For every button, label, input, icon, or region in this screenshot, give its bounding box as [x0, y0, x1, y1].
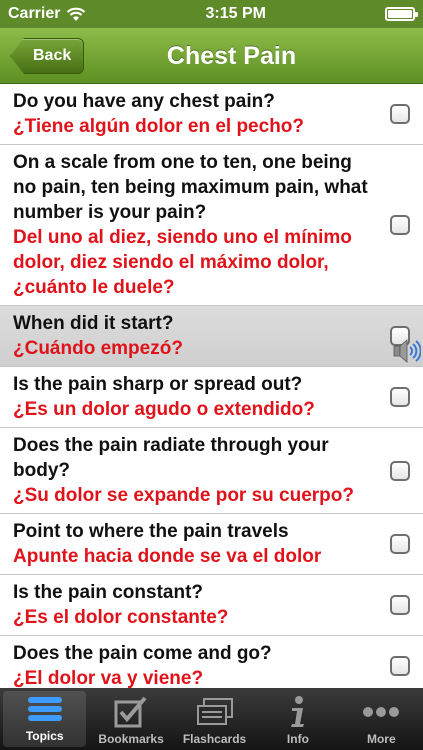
tab-more[interactable]: More	[340, 688, 423, 750]
tab-label: More	[366, 732, 396, 746]
list-item[interactable]: Is the pain constant? ¿Es el dolor const…	[0, 575, 423, 636]
checkbox-icon	[109, 694, 153, 730]
list-item[interactable]: Does the pain come and go? ¿El dolor va …	[0, 636, 423, 688]
speaker-icon[interactable]	[393, 339, 421, 363]
navigation-bar: Chest Pain Back	[0, 28, 423, 84]
list-item[interactable]: Do you have any chest pain? ¿Tiene algún…	[0, 84, 423, 145]
battery-icon	[384, 7, 418, 21]
question-english: Does the pain come and go?	[13, 643, 272, 664]
tab-label: Info	[286, 732, 309, 746]
bookmark-checkbox[interactable]	[390, 460, 410, 481]
wifi-icon	[67, 7, 86, 21]
question-spanish: ¿Es el dolor constante?	[13, 607, 229, 628]
question-spanish: ¿Cuándo empezó?	[13, 338, 183, 359]
list-item[interactable]: On a scale from one to ten, one being no…	[0, 145, 423, 306]
tab-bar: Topics Bookmarks Flashcards Info More	[0, 688, 423, 750]
question-english: Does the pain radiate through your body?	[13, 435, 329, 481]
tab-label: Bookmarks	[98, 732, 164, 746]
question-spanish: ¿Su dolor se expande por su cuerpo?	[13, 485, 354, 506]
question-spanish: Apunte hacia donde se va el dolor	[13, 546, 322, 567]
tab-info[interactable]: Info	[256, 688, 339, 750]
more-icon	[359, 694, 403, 730]
bookmark-checkbox[interactable]	[390, 534, 410, 554]
bookmark-checkbox[interactable]	[390, 656, 410, 676]
question-spanish: Del uno al diez, siendo uno el mínimo do…	[13, 227, 352, 298]
status-bar: Carrier 3:15 PM	[0, 0, 423, 28]
question-english: When did it start?	[13, 313, 174, 334]
info-icon	[276, 694, 320, 730]
question-list: Do you have any chest pain? ¿Tiene algún…	[0, 84, 423, 688]
list-item[interactable]: Does the pain radiate through your body?…	[0, 428, 423, 514]
list-item-selected[interactable]: When did it start? ¿Cuándo empezó?	[0, 306, 423, 367]
list-icon	[23, 691, 67, 727]
list-item[interactable]: Point to where the pain travels Apunte h…	[0, 514, 423, 575]
question-english: Point to where the pain travels	[13, 521, 289, 542]
question-spanish: ¿Es un dolor agudo o extendido?	[13, 399, 315, 420]
status-time: 3:15 PM	[205, 5, 266, 22]
bookmark-checkbox[interactable]	[390, 215, 410, 235]
bookmark-checkbox[interactable]	[390, 387, 410, 407]
carrier-label: Carrier	[8, 5, 61, 22]
question-spanish: ¿El dolor va y viene?	[13, 668, 204, 688]
back-button[interactable]: Back	[10, 38, 85, 74]
bookmark-checkbox[interactable]	[390, 104, 410, 124]
question-english: Do you have any chest pain?	[13, 91, 275, 112]
question-english: Is the pain constant?	[13, 582, 204, 603]
cards-icon	[193, 694, 237, 730]
question-spanish: ¿Tiene algún dolor en el pecho?	[13, 116, 305, 137]
question-english: On a scale from one to ten, one being no…	[13, 152, 368, 223]
list-item[interactable]: Is the pain sharp or spread out? ¿Es un …	[0, 367, 423, 428]
question-english: Is the pain sharp or spread out?	[13, 374, 303, 395]
tab-flashcards[interactable]: Flashcards	[173, 688, 256, 750]
tab-topics[interactable]: Topics	[3, 691, 87, 747]
bookmark-checkbox[interactable]	[390, 595, 410, 615]
tab-label: Flashcards	[182, 732, 247, 746]
tab-bookmarks[interactable]: Bookmarks	[89, 688, 172, 750]
tab-label: Topics	[25, 729, 64, 743]
